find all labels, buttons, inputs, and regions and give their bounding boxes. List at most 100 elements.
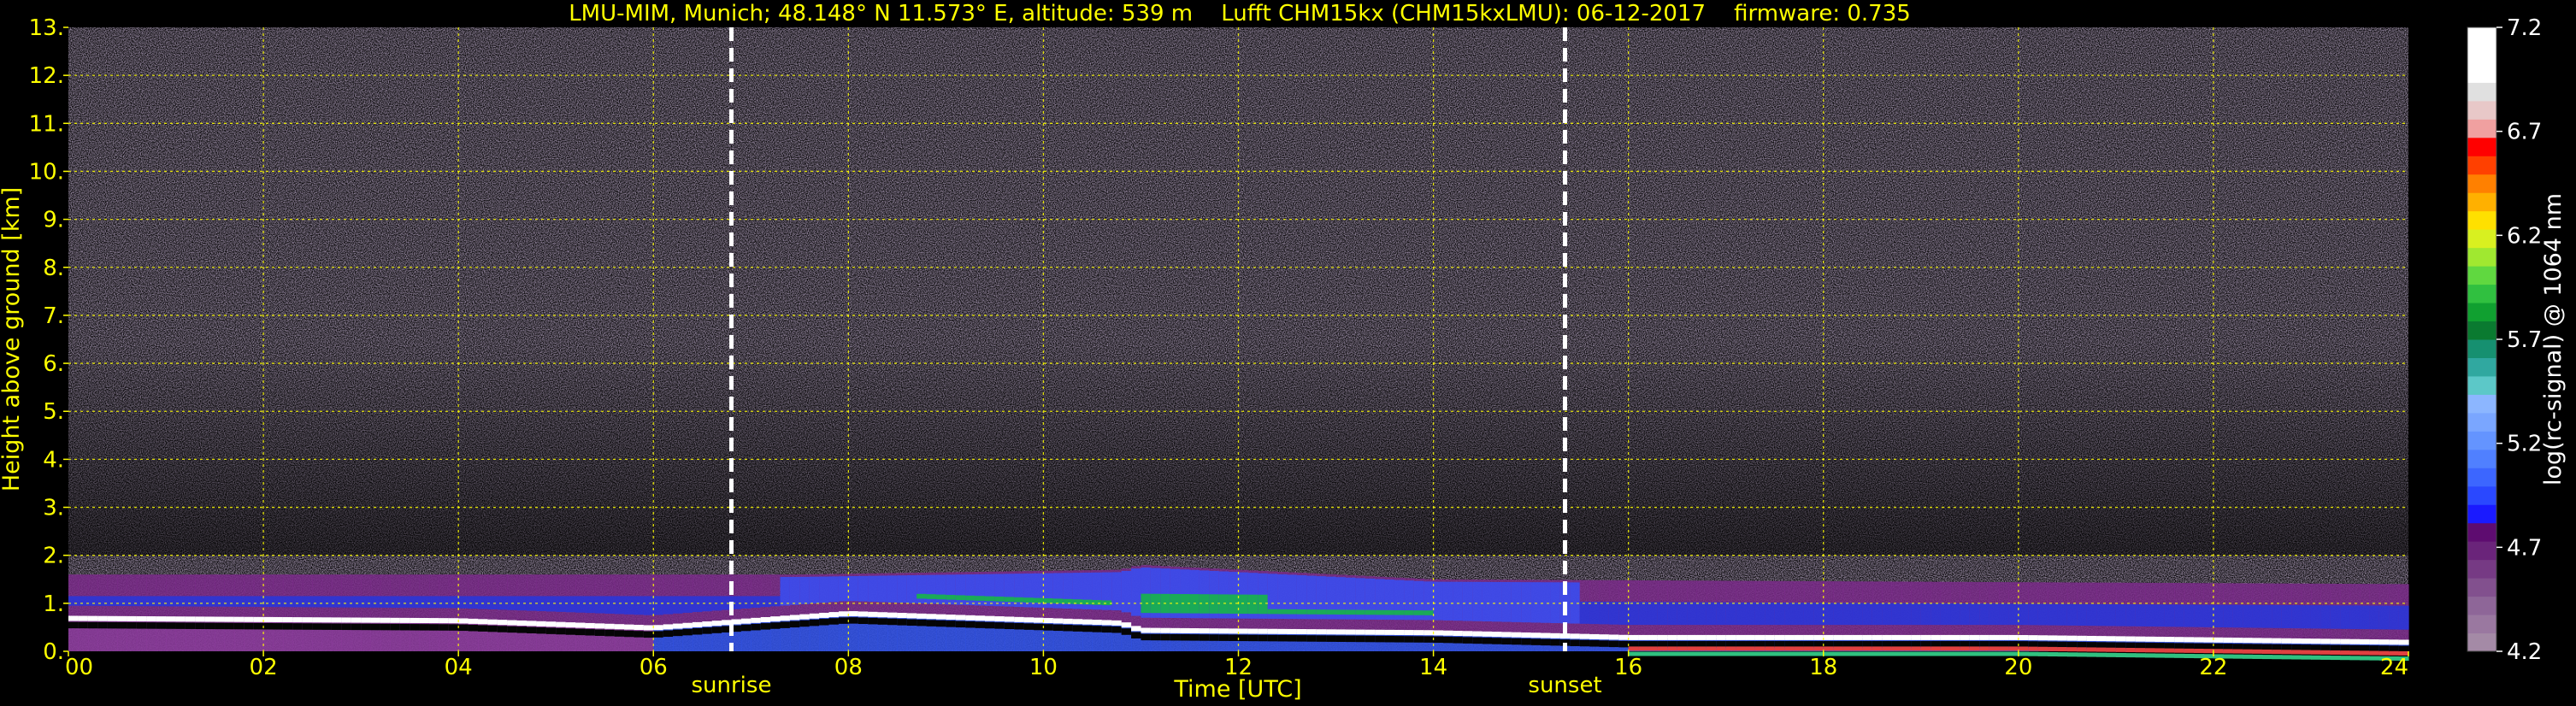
- near-ground-green-column: [1648, 651, 1659, 656]
- boundary-layer-column: [2213, 604, 2224, 627]
- boundary-layer-column: [1940, 603, 1951, 626]
- cloud-edge-column: [1599, 634, 1610, 640]
- strong-signal-column: [1355, 609, 1366, 615]
- boundary-layer-column: [2281, 604, 2292, 628]
- cloud-band-column: [1287, 635, 1298, 642]
- boundary-layer-column: [1745, 602, 1756, 626]
- colorbar-swatches: [2467, 27, 2496, 652]
- near-ground-green-column: [1794, 651, 1805, 656]
- lower-layer-column: [1141, 630, 1152, 651]
- colorbar-swatch: [2467, 504, 2496, 524]
- boundary-layer-column: [487, 596, 498, 609]
- cloud-band-column: [946, 621, 957, 627]
- near-ground-green-column: [2155, 653, 2166, 658]
- cloud-band-column: [575, 628, 587, 636]
- boundary-layer-column: [1794, 603, 1805, 626]
- cloud-edge-column: [789, 615, 800, 621]
- near-ground-green-column: [2135, 653, 2146, 658]
- near-ground-green-column: [1940, 651, 1951, 656]
- strong-signal-column: [1014, 597, 1025, 603]
- cloud-edge-column: [175, 616, 186, 622]
- cloud-edge-column: [2243, 638, 2254, 644]
- cloud-edge-column: [1034, 617, 1045, 623]
- cloud-edge-column: [1657, 634, 1668, 640]
- near-ground-red-column: [1687, 646, 1698, 651]
- boundary-layer-column: [2037, 603, 2048, 626]
- boundary-layer-column: [282, 596, 293, 608]
- cloud-band-column: [653, 631, 664, 638]
- boundary-layer-column: [331, 596, 342, 608]
- boundary-layer-column: [2320, 605, 2331, 629]
- colorbar-swatch: [2467, 485, 2496, 505]
- boundary-layer-column: [1433, 581, 1444, 621]
- cloud-edge-column: [351, 617, 362, 623]
- near-ground-red-column: [1706, 646, 1717, 651]
- near-ground-red-column: [1696, 646, 1707, 651]
- boundary-layer-column: [1501, 581, 1512, 622]
- cloud-band-column: [799, 620, 811, 627]
- cloud-edge-column: [1667, 634, 1678, 640]
- boundary-layer-column: [1842, 603, 1854, 626]
- strong-signal-column: [1413, 610, 1424, 615]
- cloud-band-column: [380, 623, 391, 631]
- cloud-band-column: [1424, 636, 1435, 643]
- boundary-layer-column: [78, 596, 89, 606]
- boundary-layer-column: [955, 574, 966, 605]
- boundary-layer-column: [380, 596, 391, 608]
- strong-signal-column: [1229, 594, 1240, 614]
- cloud-edge-column: [2057, 635, 2068, 641]
- cloud-band-column: [1111, 626, 1123, 633]
- cloud-edge-column: [2301, 638, 2312, 644]
- cloud-edge-column: [263, 616, 274, 622]
- cloud-edge-column: [419, 618, 430, 624]
- boundary-layer-column: [224, 596, 235, 607]
- cloud-edge-column: [410, 617, 421, 623]
- near-ground-red-column: [1940, 646, 1951, 651]
- cloud-edge-column: [1247, 628, 1259, 634]
- boundary-layer-column: [351, 596, 362, 608]
- x-tick-label: 24: [2380, 655, 2408, 680]
- cloud-edge-column: [1072, 619, 1083, 625]
- boundary-layer-column: [760, 596, 771, 608]
- cloud-edge-column: [545, 621, 557, 627]
- cloud-edge-column: [1472, 631, 1483, 637]
- strong-signal-column: [946, 595, 957, 600]
- cloud-edge-column: [2018, 634, 2029, 640]
- boundary-layer-column: [2301, 605, 2312, 629]
- near-ground-red-column: [2194, 648, 2205, 653]
- boundary-layer-column: [390, 596, 401, 609]
- boundary-layer-column: [897, 575, 908, 603]
- cloud-edge-column: [117, 615, 128, 621]
- boundary-layer-column: [361, 596, 372, 608]
- strong-signal-column: [1316, 609, 1327, 615]
- cloud-band-column: [819, 619, 830, 626]
- cloud-edge-column: [877, 612, 888, 618]
- near-ground-red-column: [1911, 646, 1922, 651]
- near-ground-red-column: [2018, 646, 2029, 651]
- boundary-layer-column: [448, 596, 459, 609]
- near-ground-red-column: [2028, 646, 2039, 651]
- cloud-edge-column: [1404, 630, 1415, 636]
- boundary-layer-column: [302, 596, 313, 608]
- boundary-layer-column: [946, 574, 957, 605]
- cloud-edge-column: [1277, 628, 1288, 634]
- boundary-layer-column: [1716, 602, 1727, 626]
- boundary-layer-column: [2291, 605, 2302, 629]
- cloud-band-column: [1023, 623, 1035, 630]
- boundary-layer-column: [1979, 603, 1990, 626]
- near-ground-red-column: [2184, 648, 2195, 653]
- cloud-edge-column: [468, 618, 479, 624]
- cloud-band-column: [1541, 638, 1552, 646]
- cloud-edge-column: [643, 625, 654, 631]
- colorbar-swatch: [2467, 357, 2496, 377]
- near-ground-red-column: [2164, 648, 2175, 653]
- cloud-band-column: [604, 629, 616, 637]
- cloud-band-column: [215, 622, 226, 630]
- boundary-layer-column: [575, 596, 587, 613]
- boundary-layer-column: [2077, 603, 2088, 627]
- cloud-band-column: [1247, 634, 1259, 642]
- cloud-band-column: [263, 623, 274, 630]
- cloud-edge-column: [1774, 634, 1785, 640]
- strong-signal-column: [1238, 594, 1249, 615]
- near-ground-green-column: [1911, 651, 1922, 656]
